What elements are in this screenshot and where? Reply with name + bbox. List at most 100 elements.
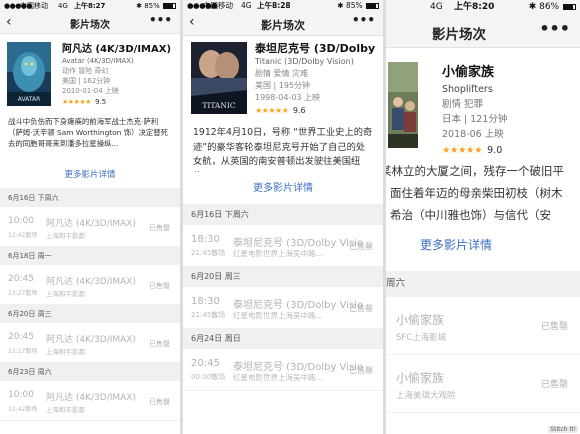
movie-poster (388, 62, 418, 148)
movie-english-title: Avatar (4K/3D/IMAX) (62, 57, 134, 65)
showtime-movie: 小偷家族 (396, 371, 445, 385)
movie-info: 泰坦尼克号 (3D/Dolby Vision) Titanic (3D/Dolb… (255, 42, 379, 117)
showtime-row[interactable]: 20:45 23:27散场 阿凡达 (4K/3D/IMAX) 上海和平影都 已售… (0, 265, 180, 305)
movie-genre: 剧情 爱情 灾难 (255, 69, 309, 78)
showtime-row[interactable]: 10:00 12:42散场 阿凡达 (4K/3D/IMAX) 上海和平影都 已售… (0, 381, 180, 421)
showtime-group: 6月18日 周一 20:45 23:27散场 阿凡达 (4K/3D/IMAX) … (0, 247, 180, 305)
end-time: 21:45散场 (191, 311, 226, 319)
movie-info: 阿凡达 (4K/3D/IMAX) Avatar (4K/3D/IMAX) 动作 … (62, 43, 176, 107)
star-rating-icon: ★★★★★ (255, 106, 289, 115)
star-rating-icon: ★★★★★ (442, 145, 483, 156)
cinema-name: 红星电影世界上海吴中路... (233, 249, 323, 258)
movie-title: 泰坦尼克号 (3D/Dolby Vision) (255, 42, 379, 55)
movie-score: 9.0 (487, 145, 503, 156)
battery-percent: 85% (345, 1, 363, 10)
showtime-movie: 阿凡达 (4K/3D/IMAX) (46, 219, 136, 229)
movie-release-date: 2018-06 上映 (442, 129, 504, 140)
movie-country-duration: 美国 | 162分钟 (62, 77, 111, 85)
star-rating-icon: ★★★★★ (62, 98, 91, 106)
status-right: ✱ 86% (529, 0, 576, 14)
more-icon[interactable]: ••• (539, 19, 570, 38)
showtime-movie: 小偷家族 (396, 313, 445, 327)
battery-percent: 86% (539, 2, 560, 12)
end-time: 23:27散场 (8, 348, 38, 355)
showtime-group: 6月24日 周日 20:45 00:00散场 泰坦尼克号 (3D/Dolby V… (183, 329, 383, 391)
more-details-link[interactable]: 更多影片详情 (0, 162, 180, 189)
sold-out-badge: 已售罄 (149, 224, 170, 232)
showtime-row[interactable]: 20:45 23:27散场 阿凡达 (4K/3D/IMAX) 上海和平影都 已售… (0, 323, 180, 363)
start-time: 10:00 (8, 390, 34, 400)
cinema-name: 上海和平影都 (46, 348, 85, 356)
end-time: 21:45散场 (191, 249, 226, 257)
date-header: 6月16日 下周六 (0, 189, 180, 207)
poster-title: AVATAR (18, 96, 41, 103)
movie-header[interactable]: AVATAR 阿凡达 (4K/3D/IMAX) Avatar (4K/3D/IM… (0, 34, 180, 116)
movie-rating: ★★★★★ 9.0 (442, 143, 576, 158)
sold-out-badge: 已售罄 (540, 380, 568, 390)
end-time: 12:42散场 (8, 406, 38, 413)
showtime-row[interactable]: 小偷家族 SFC上海影城 已售罄 (386, 297, 580, 355)
cinema-name: 上海美琪大戏院 (396, 391, 456, 401)
start-time: 18:30 (191, 234, 220, 245)
battery-icon (163, 3, 176, 9)
showtime-movie: 泰坦尼克号 (3D/Dolby Vision) (233, 238, 363, 249)
network-label: 4G (430, 2, 443, 12)
showtime-row[interactable]: 10:00 12:42散场 阿凡达 (4K/3D/IMAX) 上海和平影都 已售… (0, 207, 180, 247)
showtime-group: 6月16日 下周六 10:00 12:42散场 阿凡达 (4K/3D/IMAX)… (0, 189, 180, 247)
movie-header[interactable]: TITANIC 泰坦尼克号 (3D/Dolby Vision) Titanic … (183, 36, 383, 126)
showtime-row[interactable]: 20:45 00:00散场 泰坦尼克号 (3D/Dolby Vision) 红星… (183, 349, 383, 391)
movie-synopsis: 某林立的大厦之间，残存一个破旧平面住着年迈的母亲柴田初枝（树木希治（中川雅也饰）… (386, 164, 564, 222)
showtime-movie: 阿凡达 (4K/3D/IMAX) (46, 393, 136, 403)
network-label: 4G (241, 1, 252, 10)
status-bar: ●●●●● 中国移动 4G 上午8:27 ✱ 85% (0, 0, 180, 12)
bluetooth-icon: ✱ (136, 2, 142, 10)
screen-shoplifters: ●●●●● 4G 上午8:20 ✱ 86% 影片场次 ••• (386, 0, 580, 434)
cinema-name: SFC上海影城 (396, 333, 447, 343)
more-icon[interactable]: ••• (352, 13, 375, 27)
showtime-row[interactable]: 18:30 21:45散场 泰坦尼克号 (3D/Dolby Vision) 红星… (183, 225, 383, 267)
clock: 上午8:20 (454, 2, 495, 12)
more-icon[interactable]: ••• (149, 13, 172, 27)
movie-genre: 剧情 犯罪 (442, 99, 484, 110)
movie-english-title: Titanic (3D/Dolby Vision) (255, 57, 354, 66)
start-time: 10:00 (8, 216, 34, 226)
cinema-name: 上海和平影都 (46, 290, 85, 298)
date-header: 6月23日 周六 (0, 363, 180, 381)
showtime-group: 6月20日 周三 20:45 23:27散场 阿凡达 (4K/3D/IMAX) … (0, 305, 180, 363)
sold-out-badge: 已售罄 (149, 282, 170, 290)
movie-rating: ★★★★★ 9.6 (255, 105, 379, 117)
more-details-link[interactable]: 更多影片详情 (183, 172, 383, 205)
sold-out-badge: 已售罄 (349, 242, 373, 251)
movie-score: 9.5 (95, 98, 107, 106)
stitch-watermark: Stitch It! (548, 426, 578, 433)
battery-icon (366, 3, 379, 9)
status-bar: ●●●●● 中国移动 4G 上午8:28 ✱ 85% (183, 0, 383, 12)
end-time: 12:42散场 (8, 232, 38, 239)
start-time: 20:45 (8, 332, 34, 342)
showtime-row[interactable]: 18:30 21:45散场 泰坦尼克号 (3D/Dolby Vision) 红星… (183, 287, 383, 329)
movie-poster: TITANIC (191, 42, 247, 114)
movie-country-duration: 美国 | 195分钟 (255, 81, 311, 90)
battery-icon (563, 4, 576, 10)
movie-synopsis: 战斗中负伤而下身瘫痪的前海军战士杰克·萨利（萨姆·沃辛顿 Sam Worthin… (8, 117, 169, 148)
more-details-link[interactable]: 更多影片详情 (386, 228, 580, 271)
movie-title: 小偷家族 (442, 65, 495, 80)
network-label: 4G (58, 2, 68, 10)
movie-release-date: 2010-01-04 上映 (62, 87, 119, 95)
battery-percent: 85% (144, 2, 160, 10)
showtime-group: 6月23日 周六 10:00 12:42散场 阿凡达 (4K/3D/IMAX) … (0, 363, 180, 421)
showtime-row[interactable]: 小偷家族 上海美琪大戏院 已售罄 (386, 355, 580, 413)
cinema-name: 上海和平影都 (46, 406, 85, 414)
sold-out-badge: 已售罄 (540, 322, 568, 332)
start-time: 20:45 (191, 358, 220, 369)
date-header: 6月18日 周一 (0, 247, 180, 265)
movie-info: 小偷家族 Shoplifters 剧情 犯罪 日本 | 121分钟 2018-0… (442, 64, 576, 158)
status-right: ✱ 85% (337, 0, 379, 12)
showtime-movie: 泰坦尼克号 (3D/Dolby Vision) (233, 300, 363, 311)
movie-header[interactable]: 小偷家族 Shoplifters 剧情 犯罪 日本 | 121分钟 2018-0… (386, 48, 580, 160)
poster-title: TITANIC (202, 101, 235, 110)
end-time: 23:27散场 (8, 290, 38, 297)
movie-rating: ★★★★★ 9.5 (62, 97, 176, 107)
screen-avatar: ●●●●● 中国移动 4G 上午8:27 ✱ 85% ‹ 影片场次 ••• AV… (0, 0, 180, 434)
start-time: 18:30 (191, 296, 220, 307)
